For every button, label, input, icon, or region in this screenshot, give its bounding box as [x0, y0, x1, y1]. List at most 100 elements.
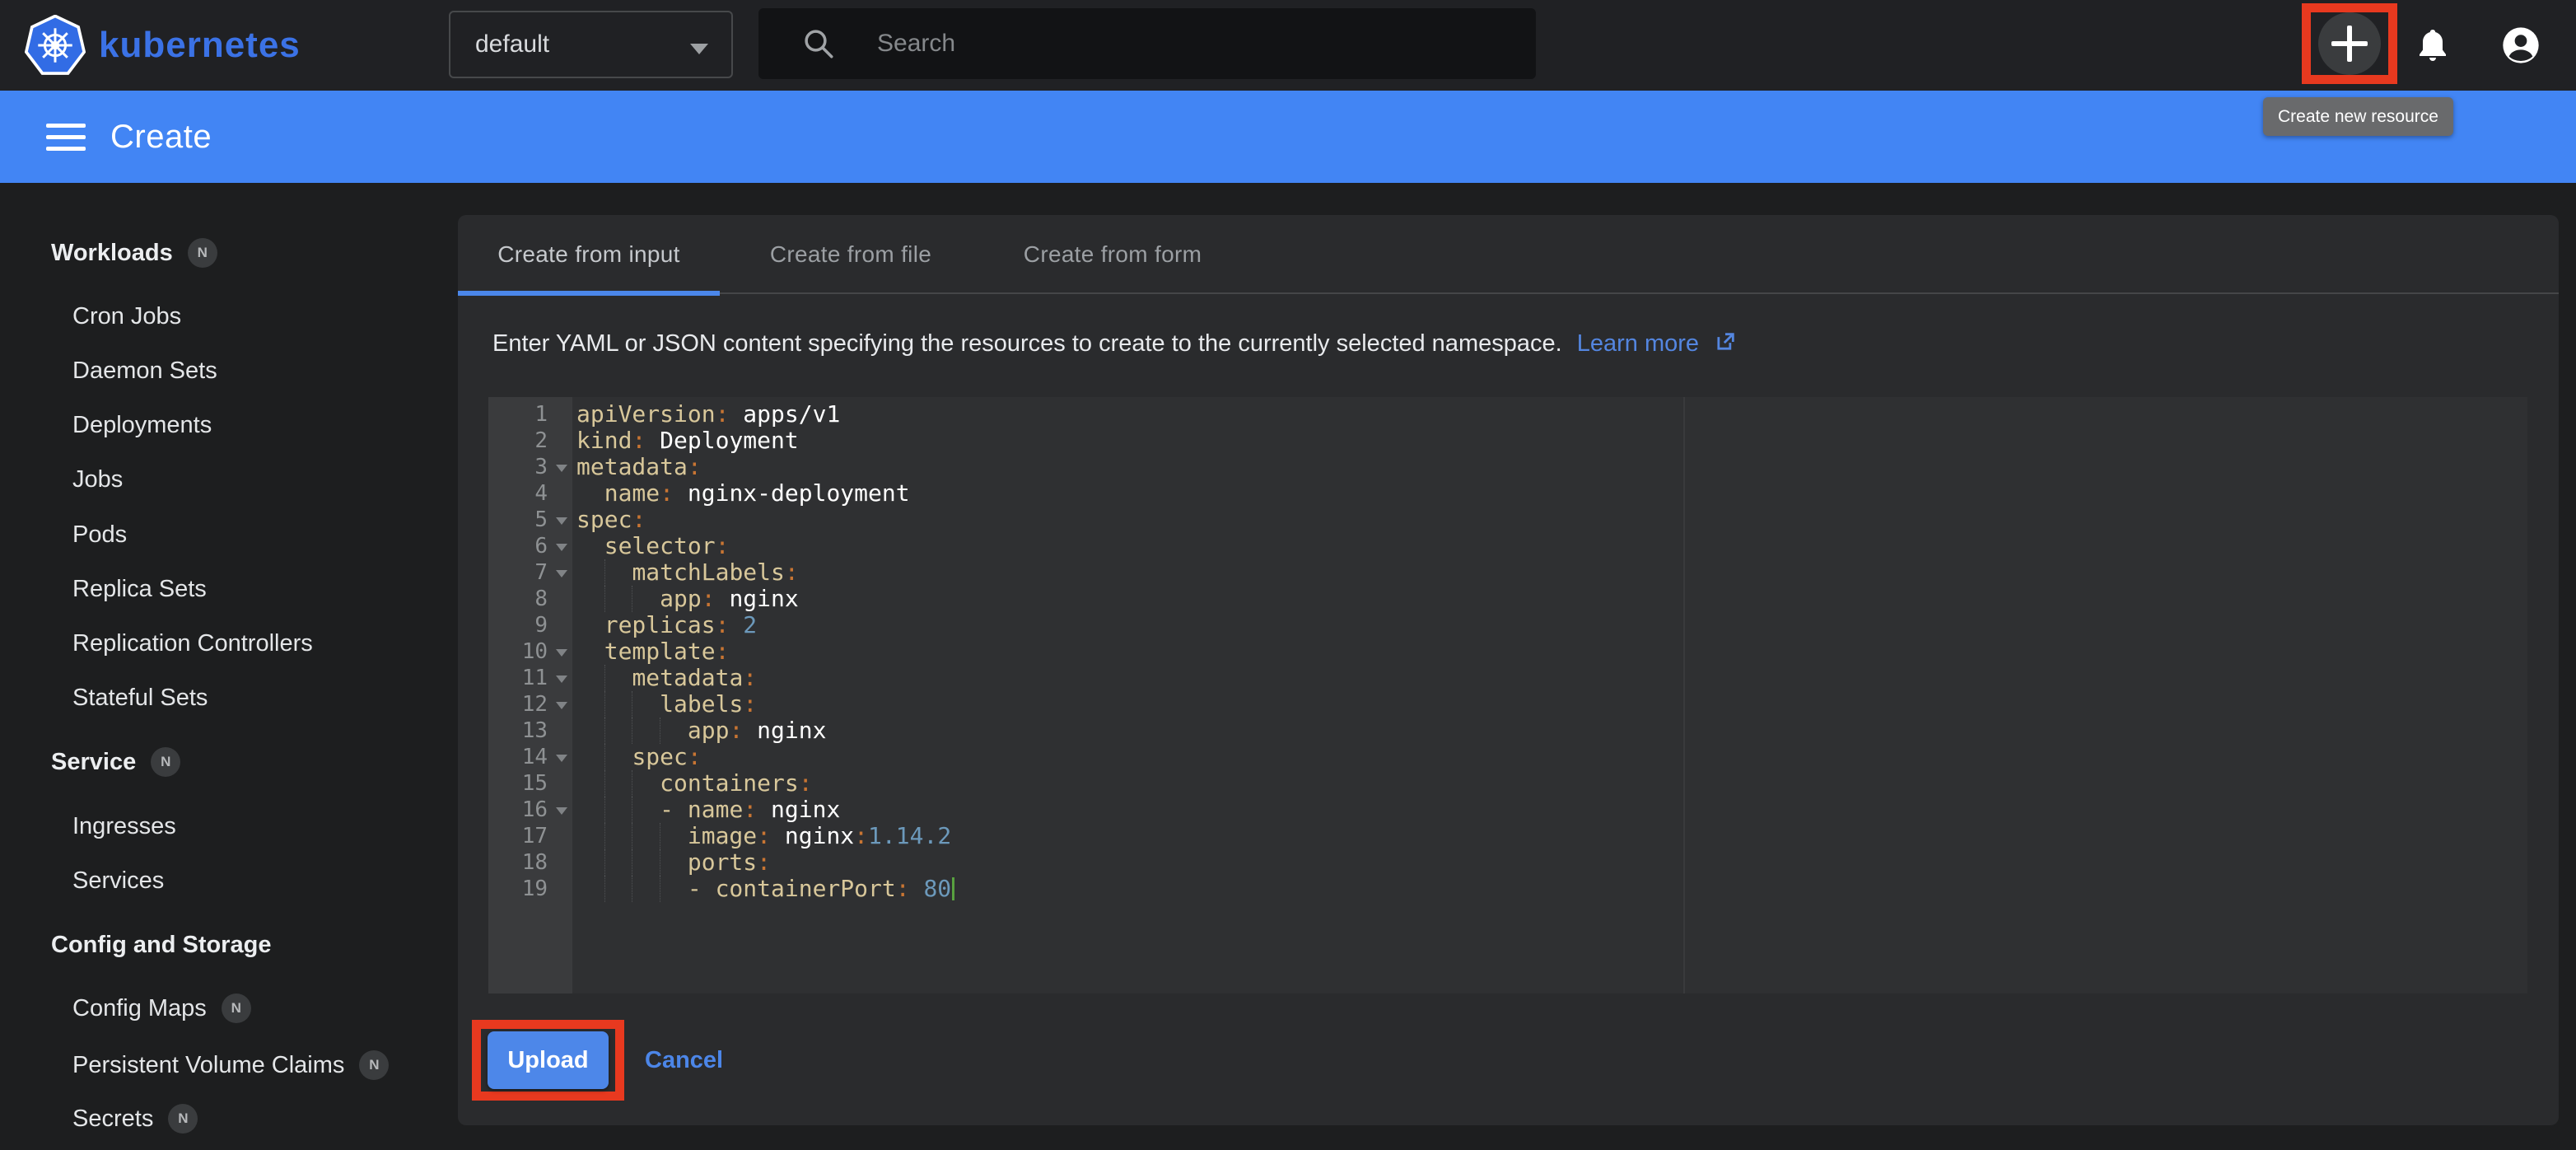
- search-icon: [801, 26, 836, 61]
- sidebar-item-persistent-volume-claims[interactable]: Persistent Volume ClaimsN: [72, 1047, 389, 1083]
- sidebar-item-config-and-storage[interactable]: Config and Storage: [51, 927, 271, 963]
- indent-guide: [604, 797, 605, 823]
- learn-more-link[interactable]: Learn more: [1577, 330, 1699, 357]
- fold-arrow-icon[interactable]: [556, 465, 567, 472]
- tab-create-from-file[interactable]: Create from file: [720, 215, 982, 294]
- code-text: app: nginx: [572, 718, 826, 744]
- code-text: spec:: [572, 744, 702, 770]
- line-number: 19: [488, 876, 572, 902]
- code-line-19: 19 - containerPort: 80: [488, 876, 2527, 902]
- sidebar-item-pods[interactable]: Pods: [72, 517, 127, 553]
- sidebar-item-replica-sets[interactable]: Replica Sets: [72, 571, 207, 607]
- fold-arrow-icon[interactable]: [556, 544, 567, 551]
- line-number: 18: [488, 849, 572, 876]
- code-text: matchLabels:: [572, 559, 799, 586]
- indent-guide: [604, 770, 605, 797]
- code-line-8: 8 app: nginx: [488, 586, 2527, 612]
- account-button[interactable]: [2499, 0, 2542, 91]
- sidebar-item-deployments[interactable]: Deployments: [72, 407, 212, 443]
- namespaced-badge: N: [151, 747, 180, 777]
- code-text: name: nginx-deployment: [572, 480, 910, 507]
- search-input[interactable]: Search: [758, 8, 1536, 79]
- sidebar-item-replication-controllers[interactable]: Replication Controllers: [72, 625, 313, 661]
- line-number: 4: [488, 480, 572, 507]
- code-text: metadata:: [572, 665, 757, 691]
- chevron-down-icon: [690, 44, 708, 54]
- indent-guide: [604, 691, 605, 718]
- sidebar-item-secrets[interactable]: SecretsN: [72, 1101, 198, 1137]
- line-number: 17: [488, 823, 572, 849]
- line-number: 10: [488, 638, 572, 665]
- code-text: spec:: [572, 507, 646, 533]
- code-line-11: 11 metadata:: [488, 665, 2527, 691]
- description-text: Enter YAML or JSON content specifying th…: [492, 330, 1562, 357]
- code-line-13: 13 app: nginx: [488, 718, 2527, 744]
- account-icon: [2499, 24, 2542, 67]
- line-number: 5: [488, 507, 572, 533]
- namespaced-badge: N: [222, 993, 251, 1023]
- code-text: template:: [572, 638, 729, 665]
- namespaced-badge: N: [168, 1104, 198, 1134]
- editor-description: Enter YAML or JSON content specifying th…: [492, 330, 1737, 358]
- code-text: replicas: 2: [572, 612, 757, 638]
- fold-arrow-icon[interactable]: [556, 807, 567, 815]
- tab-bar: Create from inputCreate from fileCreate …: [458, 215, 2559, 294]
- line-number: 16: [488, 797, 572, 823]
- create-tooltip: Create new resource: [2263, 97, 2453, 136]
- text-cursor: [952, 877, 954, 900]
- sidebar-item-label: Service: [51, 749, 136, 776]
- sidebar-item-ingresses[interactable]: Ingresses: [72, 808, 176, 844]
- top-bar: kubernetes default Search: [0, 0, 2576, 91]
- kubernetes-logo[interactable]: kubernetes: [25, 0, 301, 91]
- code-text: ports:: [572, 849, 771, 876]
- yaml-editor[interactable]: 1apiVersion: apps/v12kind: Deployment3me…: [488, 397, 2527, 993]
- namespace-value: default: [475, 30, 549, 58]
- sidebar-item-daemon-sets[interactable]: Daemon Sets: [72, 353, 217, 389]
- sidebar-item-label: Pods: [72, 521, 127, 549]
- sidebar-item-cron-jobs[interactable]: Cron Jobs: [72, 298, 181, 334]
- fold-arrow-icon[interactable]: [556, 702, 567, 709]
- sidebar-item-stateful-sets[interactable]: Stateful Sets: [72, 680, 208, 716]
- fold-arrow-icon[interactable]: [556, 676, 567, 683]
- code-text: containers:: [572, 770, 813, 797]
- indent-guide: [604, 718, 605, 744]
- line-number: 1: [488, 401, 572, 428]
- code-text: metadata:: [572, 454, 702, 480]
- code-line-3: 3metadata:: [488, 454, 2527, 480]
- fold-arrow-icon[interactable]: [556, 755, 567, 762]
- sidebar-item-label: Daemon Sets: [72, 358, 217, 385]
- sidebar-item-label: Deployments: [72, 412, 212, 439]
- code-line-18: 18 ports:: [488, 849, 2527, 876]
- fold-arrow-icon[interactable]: [556, 649, 567, 657]
- fold-arrow-icon[interactable]: [556, 570, 567, 577]
- create-annotation-box: [2302, 3, 2397, 84]
- line-number: 9: [488, 612, 572, 638]
- menu-button[interactable]: [46, 124, 86, 151]
- namespace-selector[interactable]: default: [449, 11, 733, 78]
- sidebar-item-service[interactable]: Service N: [51, 744, 180, 780]
- code-line-17: 17 image: nginx:1.14.2: [488, 823, 2527, 849]
- cancel-button[interactable]: Cancel: [645, 1045, 723, 1075]
- code-text: app: nginx: [572, 586, 799, 612]
- fold-arrow-icon[interactable]: [556, 517, 567, 525]
- line-number: 13: [488, 718, 572, 744]
- code-line-1: 1apiVersion: apps/v1: [488, 401, 2527, 428]
- indent-guide: [604, 665, 605, 691]
- sidebar-item-label: Ingresses: [72, 813, 176, 840]
- code-text: apiVersion: apps/v1: [572, 401, 840, 428]
- line-number: 14: [488, 744, 572, 770]
- line-number: 11: [488, 665, 572, 691]
- sidebar-item-config-maps[interactable]: Config MapsN: [72, 990, 251, 1026]
- sidebar-item-services[interactable]: Services: [72, 862, 164, 899]
- indent-guide: [604, 586, 605, 612]
- tab-create-from-input[interactable]: Create from input: [458, 215, 720, 294]
- sidebar-item-jobs[interactable]: Jobs: [72, 461, 123, 498]
- tab-create-from-form[interactable]: Create from form: [982, 215, 1244, 294]
- upload-button[interactable]: Upload: [488, 1031, 609, 1089]
- active-tab-underline: [458, 291, 720, 296]
- sidebar-item-workloads[interactable]: WorkloadsN: [51, 235, 217, 271]
- notifications-button[interactable]: [2413, 0, 2452, 91]
- create-new-resource-button[interactable]: [2318, 12, 2381, 75]
- code-line-6: 6 selector:: [488, 533, 2527, 559]
- namespaced-badge: N: [359, 1050, 389, 1080]
